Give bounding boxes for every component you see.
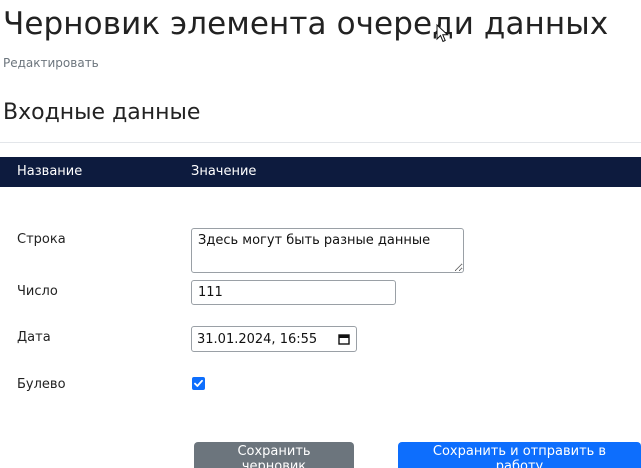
mouse-cursor-icon (436, 24, 449, 43)
section-title: Входные данные (3, 100, 201, 125)
save-and-send-button[interactable]: Сохранить и отправить в работу (398, 442, 641, 468)
boolean-checkbox[interactable] (192, 377, 205, 390)
column-header-name: Название (17, 164, 83, 179)
check-icon (194, 379, 203, 387)
number-field[interactable] (191, 280, 396, 305)
column-header-value: Значение (191, 164, 257, 179)
page-title: Черновик элемента очереди данных (3, 6, 609, 42)
string-field[interactable]: Здесь могут быть разные данные (191, 228, 464, 273)
divider (0, 142, 641, 143)
date-label: Дата (17, 330, 51, 345)
date-value: 31.01.2024, 16:55 (197, 332, 318, 347)
page: Черновик элемента очереди данных Редакти… (0, 0, 641, 468)
boolean-label: Булево (17, 377, 66, 392)
edit-link[interactable]: Редактировать (3, 56, 99, 70)
table-header: Название Значение (0, 157, 641, 187)
date-field[interactable]: 31.01.2024, 16:55 (191, 326, 357, 352)
number-label: Число (17, 284, 58, 299)
save-draft-button[interactable]: Сохранить черновик (194, 442, 354, 468)
string-label: Строка (17, 232, 66, 247)
calendar-icon[interactable] (338, 333, 350, 345)
